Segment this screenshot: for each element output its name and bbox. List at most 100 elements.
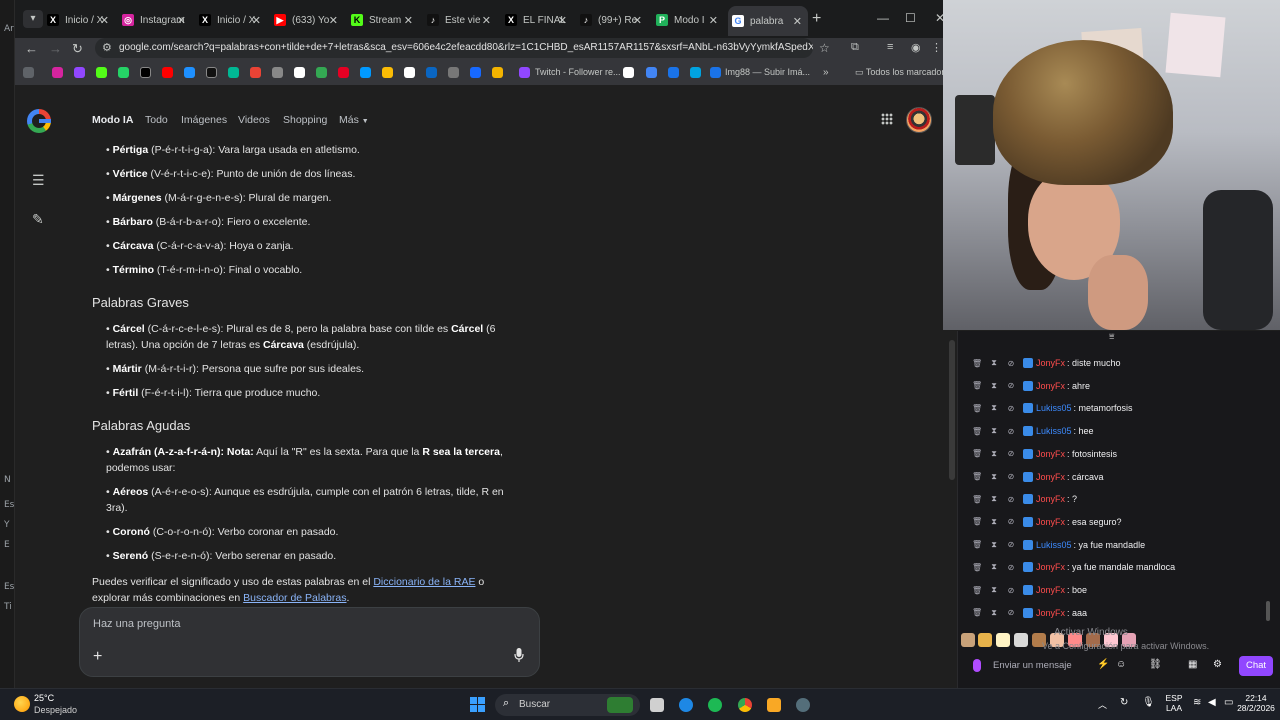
chat-username[interactable]: JonyFx: [1036, 562, 1065, 572]
chat-username[interactable]: Lukiss05: [1036, 426, 1072, 436]
img88-bookmark-icon[interactable]: [710, 67, 721, 78]
buscador-link[interactable]: Buscador de Palabras: [243, 592, 346, 604]
app-bookmark-icon[interactable]: [228, 67, 239, 78]
chat-username[interactable]: Lukiss05: [1036, 403, 1072, 413]
timeout-icon[interactable]: ⧗: [989, 358, 999, 368]
browser-tab[interactable]: K Stream ✕: [347, 8, 419, 32]
trash-icon[interactable]: 🗑: [972, 472, 982, 481]
kick-bookmark-icon[interactable]: [96, 67, 107, 78]
emote-icon[interactable]: [1014, 633, 1028, 647]
timeout-icon[interactable]: ⧗: [989, 381, 999, 391]
ask-input-box[interactable]: Haz una pregunta +: [79, 607, 540, 677]
close-window-icon[interactable]: ✕: [935, 11, 943, 25]
chat-scrollbar[interactable]: [1266, 601, 1270, 621]
timeout-icon[interactable]: ⧗: [989, 426, 999, 436]
up-bookmark-icon[interactable]: [294, 67, 305, 78]
microphone-icon[interactable]: [514, 648, 524, 662]
ban-icon[interactable]: ⊘: [1006, 517, 1016, 526]
scrollbar[interactable]: [949, 340, 955, 480]
twitch-bookmark-icon[interactable]: [74, 67, 85, 78]
google-apps-icon[interactable]: [881, 113, 893, 125]
ban-icon[interactable]: ⊘: [1006, 472, 1016, 481]
weather-desc[interactable]: Despejado: [34, 705, 77, 715]
bookmarks-overflow-icon[interactable]: »: [823, 67, 829, 78]
flag-bookmark-icon[interactable]: [623, 67, 634, 78]
chat-username[interactable]: JonyFx: [1036, 585, 1065, 595]
file-explorer-icon[interactable]: [767, 698, 781, 712]
tab-close-icon[interactable]: ✕: [404, 14, 413, 27]
tab-imagenes[interactable]: Imágenes: [181, 114, 227, 126]
tab-shopping[interactable]: Shopping: [283, 114, 327, 126]
tab-close-icon[interactable]: ✕: [177, 14, 186, 27]
clock[interactable]: 22:14 28/2/2026: [1236, 693, 1276, 713]
address-bar[interactable]: ⚙ google.com/search?q=palabras+con+tilde…: [95, 38, 813, 58]
trash-icon[interactable]: 🗑: [972, 563, 982, 572]
tab-close-icon[interactable]: ✕: [252, 14, 261, 27]
up2-bookmark-icon[interactable]: [404, 67, 415, 78]
timeout-icon[interactable]: ⧗: [989, 494, 999, 504]
battery-icon[interactable]: ▭: [1224, 697, 1233, 708]
drive-bookmark-icon[interactable]: [316, 67, 327, 78]
ban-icon[interactable]: ⊘: [1006, 586, 1016, 595]
browser-tab[interactable]: X EL FINAL ✕: [501, 8, 573, 32]
new-chat-icon[interactable]: ✎: [32, 211, 44, 228]
trash-icon[interactable]: 🗑: [972, 608, 982, 617]
site-info-icon[interactable]: ⚙: [102, 38, 112, 58]
ban-icon[interactable]: ⊘: [1006, 495, 1016, 504]
rae-link[interactable]: Diccionario de la RAE: [373, 576, 475, 588]
taskbar-search[interactable]: ⌕ Buscar: [495, 694, 640, 716]
tab-close-icon[interactable]: ✕: [633, 14, 642, 27]
web-bookmark-icon[interactable]: [448, 67, 459, 78]
chat-username[interactable]: JonyFx: [1036, 494, 1065, 504]
ban-icon[interactable]: ⊘: [1006, 449, 1016, 458]
ban-icon[interactable]: ⊘: [1006, 563, 1016, 572]
messenger-bookmark-icon[interactable]: [360, 67, 371, 78]
emote-icon[interactable]: [978, 633, 992, 647]
tab-close-icon[interactable]: ✕: [329, 14, 338, 27]
ban-icon[interactable]: ⊘: [1006, 359, 1016, 368]
spotify-taskbar-icon[interactable]: [708, 698, 722, 712]
tab-close-icon[interactable]: ✕: [100, 14, 109, 27]
chat-username[interactable]: JonyFx: [1036, 472, 1065, 482]
points-icon[interactable]: ⛓: [1149, 659, 1162, 670]
chat-username[interactable]: JonyFx: [1036, 608, 1065, 618]
bits-icon[interactable]: ⚡: [1097, 659, 1109, 670]
twitch-follower-icon[interactable]: [519, 67, 530, 78]
network-sync-icon[interactable]: ↻: [1120, 697, 1128, 708]
tiktok-bookmark-icon[interactable]: [206, 67, 217, 78]
tab-close-icon[interactable]: ✕: [558, 14, 567, 27]
account-avatar[interactable]: [906, 107, 932, 133]
new-tab-button[interactable]: +: [812, 10, 821, 28]
maximize-icon[interactable]: ☐: [905, 11, 916, 25]
history-list-icon[interactable]: ☰: [32, 172, 45, 189]
emoji-icon[interactable]: ☺: [1116, 659, 1126, 670]
instagram-bookmark-icon[interactable]: [52, 67, 63, 78]
x-bookmark-icon[interactable]: [140, 67, 151, 78]
timeout-icon[interactable]: ⧗: [989, 585, 999, 595]
browser-tab[interactable]: P Modo I ✕: [652, 8, 724, 32]
bookmark-img88[interactable]: Img88 — Subir Imá...: [725, 67, 810, 77]
emote-icon[interactable]: [996, 633, 1010, 647]
profile-icon[interactable]: ◉: [911, 41, 921, 54]
extensions-icon[interactable]: ⧉: [851, 41, 859, 54]
docs-bookmark-icon[interactable]: [646, 67, 657, 78]
tab-modo-ia[interactable]: Modo IA: [92, 114, 133, 126]
linkedin-bookmark-icon[interactable]: [426, 67, 437, 78]
trash-icon[interactable]: 🗑: [972, 427, 982, 436]
minimize-icon[interactable]: —: [877, 11, 889, 25]
youtube-bookmark-icon[interactable]: [162, 67, 173, 78]
task-view-icon[interactable]: [650, 698, 664, 712]
browser-tab[interactable]: Gpalabra ✕: [728, 6, 808, 36]
browser-tab[interactable]: X Inicio / X ✕: [43, 8, 115, 32]
ban-icon[interactable]: ⊘: [1006, 608, 1016, 617]
chrome-bookmark-icon[interactable]: [250, 67, 261, 78]
obs-taskbar-icon[interactable]: [796, 698, 810, 712]
trash-icon[interactable]: 🗑: [972, 586, 982, 595]
trash-icon[interactable]: 🗑: [972, 381, 982, 390]
weather-temp[interactable]: 25°C: [34, 693, 54, 703]
google-logo-icon[interactable]: [27, 109, 51, 133]
start-windows-icon[interactable]: [470, 697, 485, 712]
apps-icon[interactable]: [23, 67, 34, 78]
tab-videos[interactable]: Videos: [238, 114, 270, 126]
browser-tab[interactable]: ▶ (633) Yo ✕: [270, 8, 344, 32]
